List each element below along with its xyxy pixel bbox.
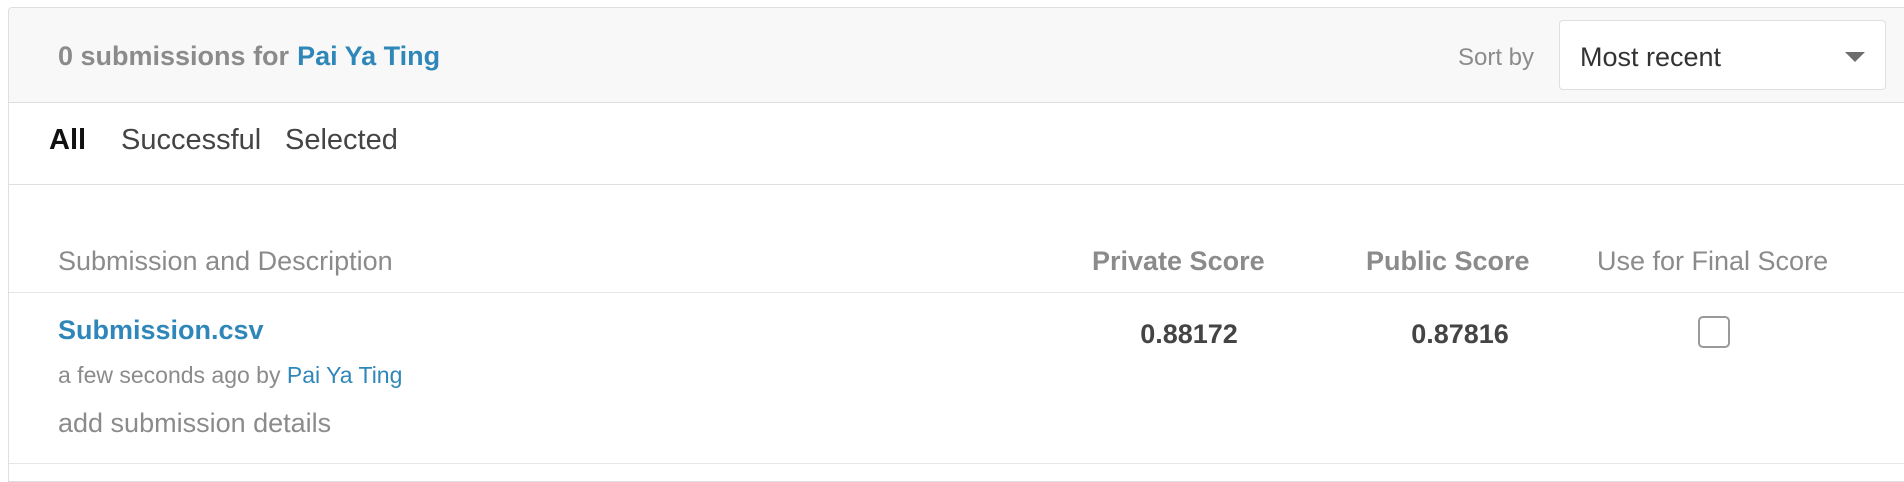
submissions-header: 0 submissions for Pai Ya Ting Sort by Mos… bbox=[9, 8, 1904, 103]
submission-meta: a few seconds ago by Pai Ya Ting bbox=[58, 362, 402, 389]
row-divider bbox=[9, 463, 1904, 464]
submission-tabs: All Successful Selected bbox=[9, 103, 1904, 185]
private-score: 0.88172 bbox=[1140, 319, 1238, 349]
submission-count-label: 0 submissions for bbox=[58, 41, 290, 71]
add-details-link[interactable]: add submission details bbox=[58, 408, 331, 439]
header-divider bbox=[9, 292, 1904, 293]
submission-time: a few seconds ago by bbox=[58, 362, 281, 388]
tab-all[interactable]: All bbox=[49, 124, 86, 157]
public-score: 0.87816 bbox=[1411, 319, 1509, 349]
column-header-description: Submission and Description bbox=[58, 246, 393, 276]
sort-select[interactable]: Most recent bbox=[1559, 20, 1886, 90]
submission-user-link[interactable]: Pai Ya Ting bbox=[287, 362, 403, 388]
tab-selected[interactable]: Selected bbox=[285, 124, 398, 157]
column-header-final-score: Use for Final Score bbox=[1597, 246, 1829, 276]
tab-successful[interactable]: Successful bbox=[121, 124, 261, 157]
submissions-title: 0 submissions for Pai Ya Ting bbox=[58, 41, 440, 72]
use-for-final-checkbox[interactable] bbox=[1698, 316, 1730, 348]
column-header-private-score[interactable]: Private Score bbox=[1092, 246, 1265, 277]
submission-file-link[interactable]: Submission.csv bbox=[58, 315, 264, 346]
sort-select-value: Most recent bbox=[1580, 42, 1722, 72]
owner-link[interactable]: Pai Ya Ting bbox=[297, 41, 440, 71]
submissions-panel: 0 submissions for Pai Ya Ting Sort by Mos… bbox=[8, 7, 1904, 482]
column-header-public-score[interactable]: Public Score bbox=[1366, 246, 1530, 277]
chevron-down-icon bbox=[1845, 52, 1865, 62]
sort-label: Sort by bbox=[1458, 44, 1535, 71]
